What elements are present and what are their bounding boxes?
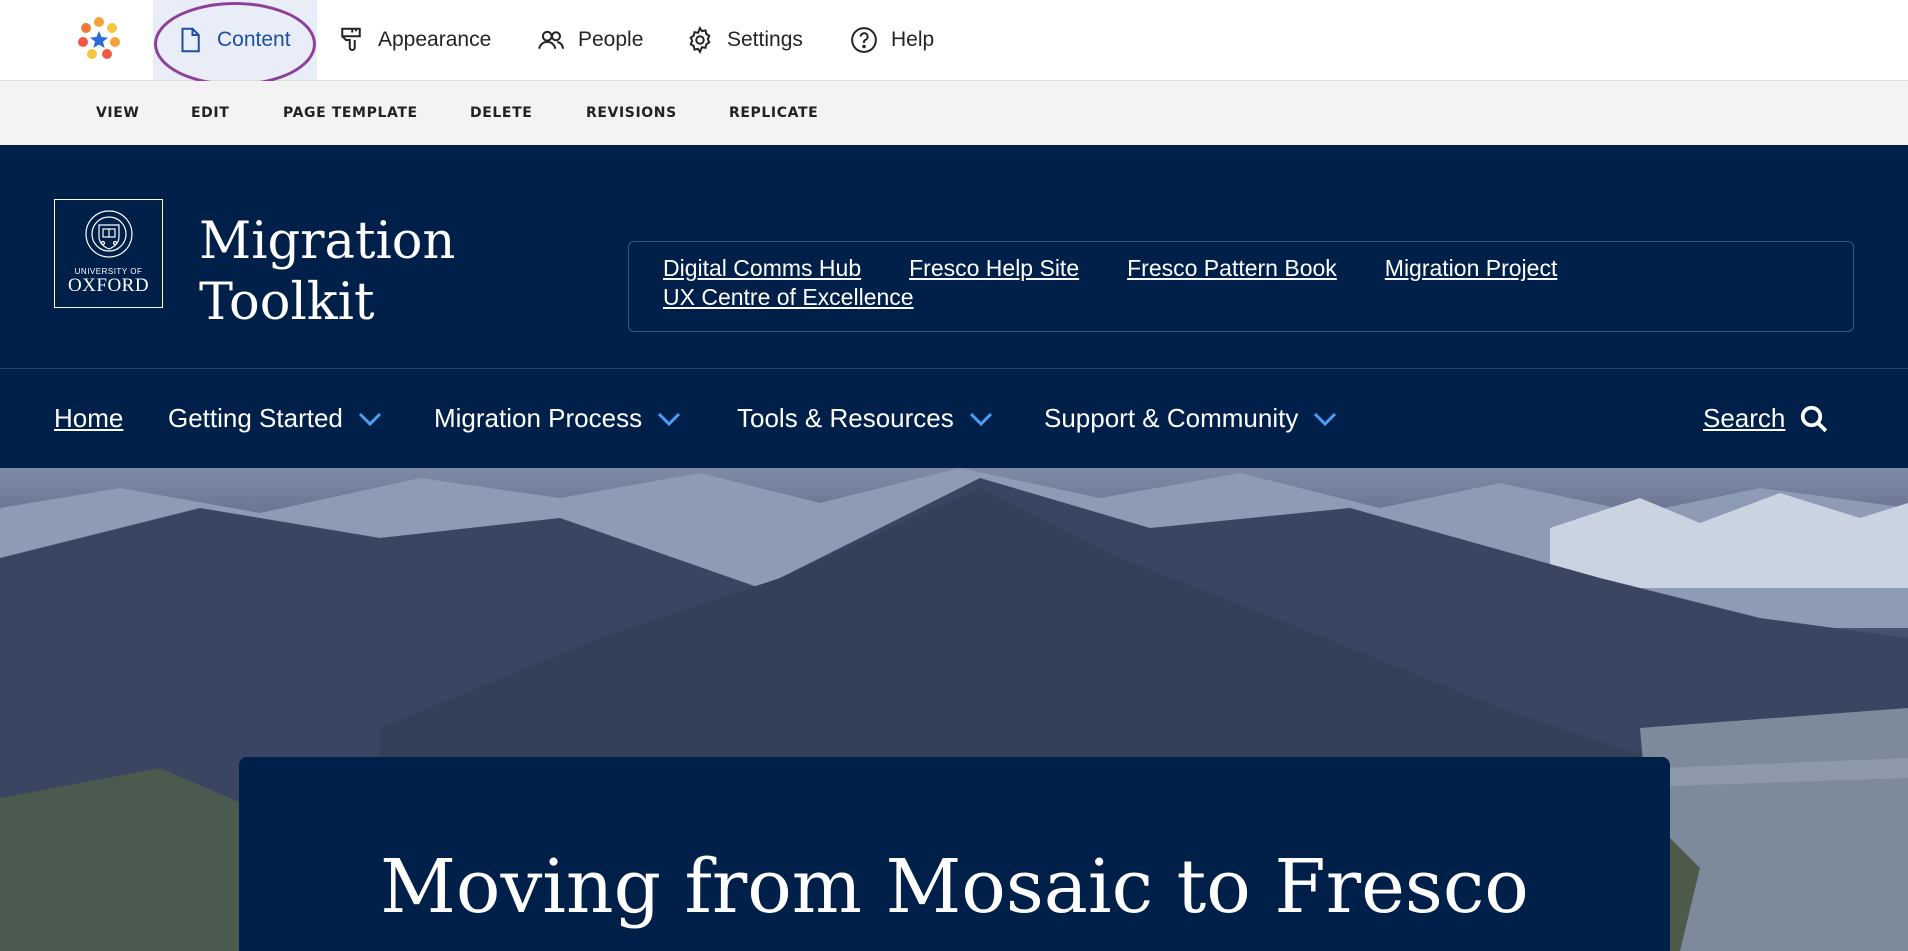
- search-icon: [1801, 405, 1828, 432]
- task-view[interactable]: VIEW: [96, 81, 139, 145]
- nav-item-label: Support & Community: [1044, 403, 1299, 433]
- nav-item-migration-process[interactable]: Migration Process: [434, 369, 682, 468]
- main-navigation: Home Getting Started Migration Process T…: [0, 369, 1908, 468]
- hero-card: Moving from Mosaic to Fresco: [239, 757, 1670, 951]
- local-tasks-bar: VIEW EDIT PAGE TEMPLATE DELETE REVISIONS…: [0, 81, 1908, 145]
- hero-banner: Moving from Mosaic to Fresco: [0, 468, 1908, 951]
- quick-link-ux-centre[interactable]: UX Centre of Excellence: [663, 283, 914, 312]
- brush-icon: [341, 27, 361, 51]
- nav-item-label: Tools & Resources: [737, 403, 954, 433]
- site-name[interactable]: Migration Toolkit: [199, 211, 499, 333]
- gear-icon: [689, 26, 711, 54]
- quick-link-fresco-help-site[interactable]: Fresco Help Site: [909, 254, 1079, 283]
- nav-item-label: Migration Process: [434, 403, 643, 433]
- nav-item-support-community[interactable]: Support & Community: [1044, 369, 1338, 468]
- task-revisions[interactable]: REVISIONS: [586, 81, 677, 145]
- task-edit[interactable]: EDIT: [191, 81, 229, 145]
- toolbar-tab-people[interactable]: People: [536, 0, 643, 80]
- chevron-down-icon: [358, 412, 381, 426]
- toolbar-tab-label: Appearance: [378, 28, 492, 51]
- quick-link-fresco-pattern-book[interactable]: Fresco Pattern Book: [1127, 254, 1337, 283]
- admin-toolbar: Content Appearance People Settings Help: [0, 0, 1908, 86]
- toolbar-tab-settings[interactable]: Settings: [685, 0, 803, 80]
- nav-item-label: Home: [54, 403, 124, 433]
- help-icon: [851, 27, 877, 53]
- file-icon: [181, 27, 200, 53]
- quick-link-digital-comms-hub[interactable]: Digital Comms Hub: [663, 254, 861, 283]
- chevron-down-icon: [969, 412, 992, 426]
- nav-item-getting-started[interactable]: Getting Started: [168, 369, 383, 468]
- nav-item-label: Getting Started: [168, 403, 343, 433]
- search-link[interactable]: Search: [1703, 369, 1829, 468]
- logo-oxford: OXFORD: [67, 275, 150, 296]
- toolbar-tab-label: Help: [891, 28, 935, 51]
- nav-item-home[interactable]: Home: [54, 369, 123, 468]
- nav-item-tools-resources[interactable]: Tools & Resources: [737, 369, 994, 468]
- toolbar-tab-content[interactable]: Content: [153, 0, 317, 80]
- people-icon: [538, 30, 565, 50]
- task-delete[interactable]: DELETE: [470, 81, 532, 145]
- hero-title: Moving from Mosaic to Fresco: [380, 844, 1529, 930]
- site-header: UNIVERSITY OF OXFORD Migration Toolkit D…: [0, 145, 1908, 369]
- toolbar-tab-label: Content: [217, 28, 291, 51]
- search-label: Search: [1703, 403, 1786, 433]
- toolbar-tab-appearance[interactable]: Appearance: [336, 0, 491, 80]
- toolbar-tab-label: People: [578, 28, 644, 51]
- drupal-logo-icon[interactable]: [76, 16, 122, 62]
- oxford-logo[interactable]: UNIVERSITY OF OXFORD: [54, 199, 163, 308]
- toolbar-tab-help[interactable]: Help: [849, 0, 934, 80]
- quick-links-box: Digital Comms Hub Fresco Help Site Fresco …: [628, 241, 1854, 332]
- task-page-template[interactable]: PAGE TEMPLATE: [283, 81, 418, 145]
- oxford-crest-icon: [84, 210, 133, 258]
- toolbar-tab-label: Settings: [727, 28, 803, 51]
- chevron-down-icon: [1314, 412, 1337, 426]
- task-replicate[interactable]: REPLICATE: [729, 81, 818, 145]
- quick-link-migration-project[interactable]: Migration Project: [1385, 254, 1558, 283]
- chevron-down-icon: [658, 412, 681, 426]
